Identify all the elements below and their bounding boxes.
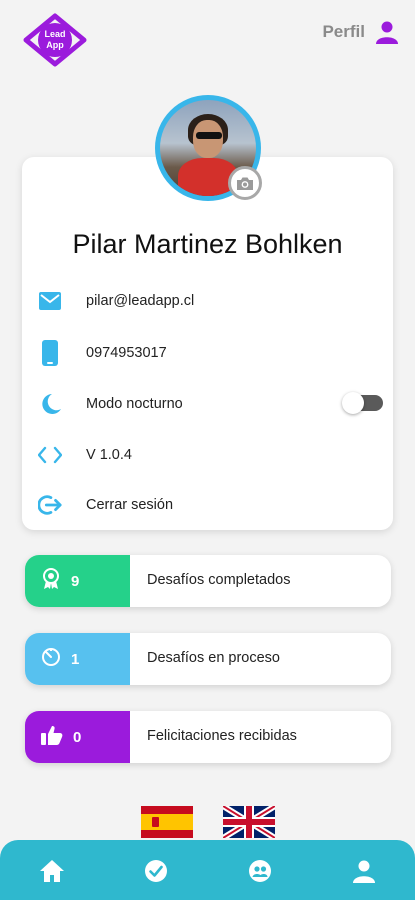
app-header: Lead App Perfil: [0, 0, 415, 80]
profile-label: Perfil: [322, 22, 365, 41]
toggle-knob: [342, 392, 364, 414]
nav-challenges[interactable]: [142, 857, 170, 885]
dark-mode-toggle[interactable]: [342, 392, 383, 414]
nav-profile[interactable]: [350, 857, 378, 885]
stat-in-progress-label: Desafíos en proceso: [147, 650, 280, 666]
stat-completed-badge: 9: [25, 555, 130, 607]
thumbs-up-icon: [41, 725, 63, 750]
profile-link[interactable]: Perfil: [322, 20, 399, 44]
change-photo-button[interactable]: [228, 166, 262, 200]
logout-label: Cerrar sesión: [86, 497, 174, 513]
stat-congrats-card[interactable]: 0 Felicitaciones recibidas: [25, 711, 391, 763]
uk-flag-button[interactable]: [221, 803, 277, 841]
svg-text:Lead: Lead: [44, 29, 65, 39]
email-row: pilar@leadapp.cl: [38, 285, 383, 317]
phone-icon: [38, 340, 62, 366]
team-icon: [249, 860, 271, 882]
stat-congrats-badge: 0: [25, 711, 130, 763]
spain-flag-icon: [141, 806, 193, 838]
profile-card: Pilar Martinez Bohlken pilar@leadapp.cl …: [22, 157, 393, 530]
check-circle-icon: [145, 860, 167, 882]
medal-icon: [41, 567, 61, 595]
stat-in-progress-card[interactable]: 1 Desafíos en proceso: [25, 633, 391, 685]
stat-in-progress-badge: 1: [25, 633, 130, 685]
stat-completed-card[interactable]: 9 Desafíos completados: [25, 555, 391, 607]
version-row: V 1.0.4: [38, 439, 383, 471]
uk-flag-icon: [221, 803, 277, 841]
person-icon[interactable]: [375, 20, 399, 44]
person-icon: [353, 860, 375, 883]
stat-completed-count: 9: [71, 572, 80, 590]
nav-home[interactable]: [38, 857, 66, 885]
bottom-nav: [0, 840, 415, 900]
stat-congrats-label: Felicitaciones recibidas: [147, 728, 297, 744]
dark-mode-row: Modo nocturno: [38, 388, 383, 420]
dark-mode-label: Modo nocturno: [86, 396, 183, 412]
phone-row: 0974953017: [38, 337, 383, 369]
logout-icon: [38, 493, 62, 517]
stat-congrats-count: 0: [73, 728, 82, 746]
stat-completed-label: Desafíos completados: [147, 572, 291, 588]
mail-icon: [38, 289, 62, 313]
user-name: Pilar Martinez Bohlken: [72, 229, 343, 259]
phone-value: 0974953017: [86, 345, 167, 361]
moon-icon: [38, 392, 62, 416]
camera-icon: [237, 177, 253, 190]
leadapp-logo[interactable]: Lead App: [22, 12, 88, 68]
code-icon: [38, 443, 62, 467]
email-value: pilar@leadapp.cl: [86, 293, 195, 309]
logout-row[interactable]: Cerrar sesión: [38, 489, 383, 521]
version-value: V 1.0.4: [86, 447, 132, 463]
nav-team[interactable]: [246, 857, 274, 885]
spain-flag-button[interactable]: [141, 806, 193, 838]
svg-text:App: App: [46, 40, 64, 50]
home-icon: [40, 860, 64, 882]
stat-in-progress-count: 1: [71, 650, 80, 668]
timer-icon: [41, 647, 61, 672]
